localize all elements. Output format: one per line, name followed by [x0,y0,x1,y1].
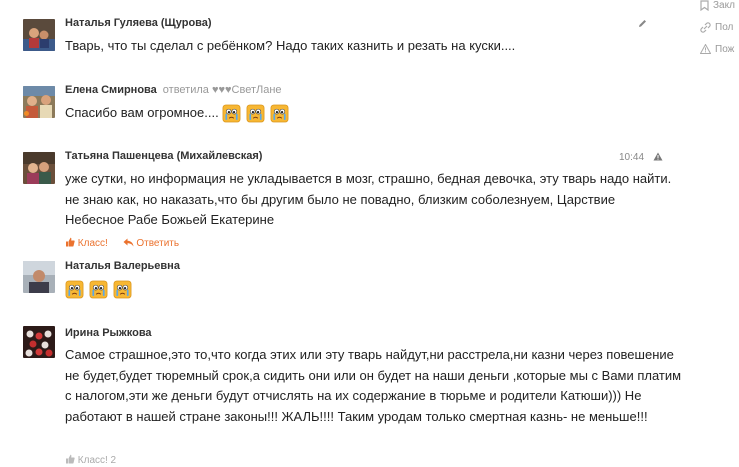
like-button[interactable]: Класс! [65,237,111,249]
crying-smiley-icon [246,104,265,123]
pencil-icon[interactable] [638,19,647,28]
link-icon [700,22,711,33]
thumb-up-icon [66,237,75,247]
author-name: Елена Смирнова [65,84,157,96]
comment-author[interactable]: Татьяна Пашенцева (Михайлевская) [65,150,262,162]
crying-smiley-icon [65,280,84,299]
avatar[interactable] [23,261,55,293]
avatar[interactable] [23,19,55,51]
user-photo-icon [23,261,55,293]
emoji-row [222,104,294,123]
comment-author[interactable]: Елена Смирнова ответила ♥♥♥СветЛане [65,84,282,96]
avatar[interactable] [23,326,55,358]
comment-text [65,279,675,300]
online-status-badge [24,111,29,116]
thumb-up-icon [66,454,75,464]
comment-text: Тварь, что ты сделал с ребёнком? Надо та… [65,38,516,53]
crying-smiley-icon [89,280,108,299]
comment-text: уже сутки, но информация не укладывается… [65,171,672,227]
avatar[interactable] [23,152,55,184]
like-label: Класс! [77,238,108,249]
comment-author[interactable]: Наталья Валерьевна [65,260,180,272]
right-panel-label: Пол [715,22,734,34]
reply-arrow-icon [123,238,134,247]
bookmark-icon [700,0,709,12]
reply-label: Ответить [136,238,180,249]
right-panel-report[interactable]: Пож [699,43,735,55]
comment-text: Самое страшное,это то,что когда этих или… [65,347,682,424]
comment-timestamp: 10:44 [619,152,645,163]
right-panel-bookmark[interactable]: Закл [700,0,735,12]
comment-author[interactable]: Наталья Гуляева (Щурова) [65,17,212,29]
reply-to-label[interactable]: ответила ♥♥♥СветЛане [163,84,282,96]
comment-author[interactable]: Ирина Рыжкова [65,327,152,339]
like-label: Класс! 2 [77,455,117,466]
right-panel-label: Пож [715,44,735,55]
user-photo-icon [23,326,55,358]
user-photo-icon [23,152,55,184]
warning-icon [699,43,712,55]
right-panel-link[interactable]: Пол [700,22,733,33]
like-button[interactable]: Класс! 2 [65,454,117,466]
user-photo-icon [23,19,55,51]
comment-actions: Класс! 2 [65,454,128,466]
reply-button[interactable]: Ответить [123,238,180,249]
right-panel-label: Закл [713,0,735,12]
comment-actions: Класс! Ответить [65,237,191,249]
crying-smiley-icon [270,104,289,123]
crying-smiley-icon [113,280,132,299]
crying-smiley-icon [222,104,241,123]
comment-text: Спасибо вам огромное.... [65,103,675,124]
warning-icon[interactable] [653,152,663,161]
emoji-row [65,280,137,299]
comment-text-content: Спасибо вам огромное.... [65,105,219,120]
